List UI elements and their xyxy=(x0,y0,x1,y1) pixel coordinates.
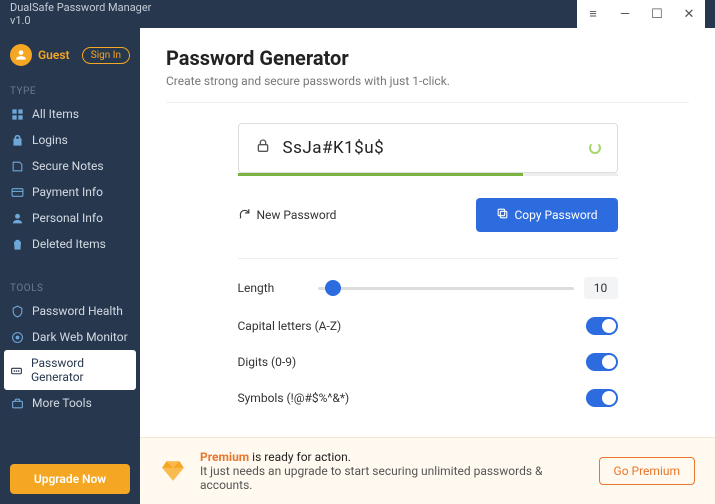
card-icon xyxy=(10,185,24,199)
sidebar-item-all-items[interactable]: All Items xyxy=(0,101,140,127)
minimize-icon[interactable]: — xyxy=(609,0,641,28)
option-symbols: Symbols (!@#$%^&*) xyxy=(238,389,618,407)
title-bar: DualSafe Password Manager v1.0 ≡ — ☐ ✕ xyxy=(0,0,715,28)
slider-thumb[interactable] xyxy=(325,280,341,296)
app-version: v1.0 xyxy=(10,14,31,27)
option-capital-letters: Capital letters (A-Z) xyxy=(238,317,618,335)
length-label: Length xyxy=(238,281,318,295)
close-icon[interactable]: ✕ xyxy=(673,0,705,28)
trash-icon xyxy=(10,237,24,251)
section-tools: TOOLS xyxy=(0,277,140,298)
copy-password-button[interactable]: Copy Password xyxy=(476,198,618,232)
strength-bar xyxy=(238,173,618,176)
sidebar: Guest Sign In TYPE All Items Logins Secu… xyxy=(0,28,140,504)
monitor-icon xyxy=(10,330,24,344)
divider xyxy=(238,258,618,259)
premium-banner: Premium is ready for action. It just nee… xyxy=(140,437,715,504)
note-icon xyxy=(10,159,24,173)
length-slider[interactable] xyxy=(318,280,574,296)
menu-icon[interactable]: ≡ xyxy=(577,0,609,28)
sidebar-item-personal-info[interactable]: Personal Info xyxy=(0,205,140,231)
app-title: DualSafe Password Manager xyxy=(10,1,151,14)
password-display: SsJa#K1$u$ xyxy=(238,123,618,173)
user-name: Guest xyxy=(38,48,76,62)
health-icon xyxy=(10,304,24,318)
generator-icon xyxy=(10,363,23,377)
toggle-digits[interactable] xyxy=(586,353,618,371)
length-value: 10 xyxy=(584,277,618,299)
refresh-icon xyxy=(238,207,251,223)
page-title: Password Generator xyxy=(166,46,689,70)
toggle-symbols[interactable] xyxy=(586,389,618,407)
option-digits: Digits (0-9) xyxy=(238,353,618,371)
new-password-button[interactable]: New Password xyxy=(238,207,337,223)
copy-icon xyxy=(496,207,509,223)
divider xyxy=(166,102,689,103)
avatar xyxy=(10,44,32,66)
grid-icon xyxy=(10,107,24,121)
signin-button[interactable]: Sign In xyxy=(82,47,130,64)
sidebar-item-more-tools[interactable]: More Tools xyxy=(0,390,140,416)
go-premium-button[interactable]: Go Premium xyxy=(599,457,695,485)
premium-sub: It just needs an upgrade to start securi… xyxy=(200,464,585,492)
sidebar-item-payment-info[interactable]: Payment Info xyxy=(0,179,140,205)
lock-icon xyxy=(255,138,271,158)
sidebar-item-password-generator[interactable]: Password Generator xyxy=(4,350,136,390)
sidebar-item-password-health[interactable]: Password Health xyxy=(0,298,140,324)
loading-icon xyxy=(589,142,601,154)
page-subtitle: Create strong and secure passwords with … xyxy=(166,74,689,88)
length-row: Length 10 xyxy=(238,277,618,299)
upgrade-now-button[interactable]: Upgrade Now xyxy=(10,464,130,494)
sidebar-item-logins[interactable]: Logins xyxy=(0,127,140,153)
premium-headline: Premium is ready for action. xyxy=(200,450,585,464)
toolbox-icon xyxy=(10,396,24,410)
gem-icon xyxy=(160,458,186,484)
generated-password: SsJa#K1$u$ xyxy=(283,138,577,158)
section-type: TYPE xyxy=(0,80,140,101)
person-icon xyxy=(10,211,24,225)
sidebar-item-deleted-items[interactable]: Deleted Items xyxy=(0,231,140,257)
toggle-capital-letters[interactable] xyxy=(586,317,618,335)
lock-icon xyxy=(10,133,24,147)
sidebar-item-secure-notes[interactable]: Secure Notes xyxy=(0,153,140,179)
sidebar-item-dark-web-monitor[interactable]: Dark Web Monitor xyxy=(0,324,140,350)
maximize-icon[interactable]: ☐ xyxy=(641,0,673,28)
